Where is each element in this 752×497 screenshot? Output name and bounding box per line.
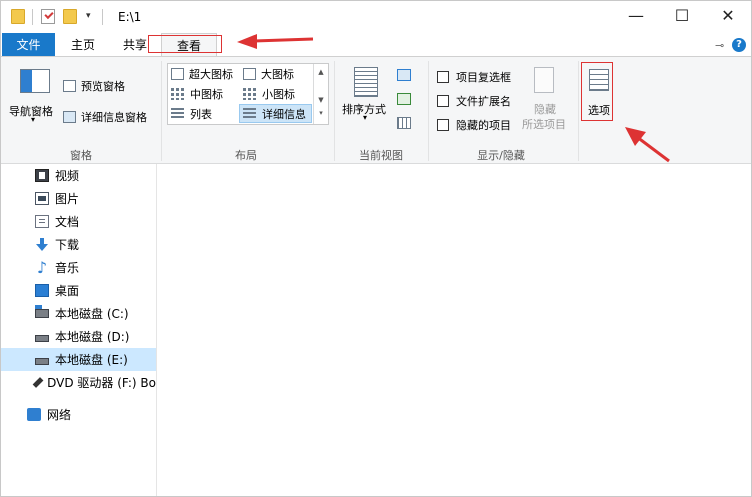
file-explorer-window: ▾ E:\1 — ☐ ✕ 文件 主页 共享 查看 ⊸ ? 导航窗格 ▾ 预览窗格… bbox=[0, 0, 752, 497]
annotation-arrows bbox=[237, 34, 670, 163]
arrow-to-options bbox=[625, 127, 670, 163]
arrow-to-view-tab bbox=[237, 34, 314, 49]
